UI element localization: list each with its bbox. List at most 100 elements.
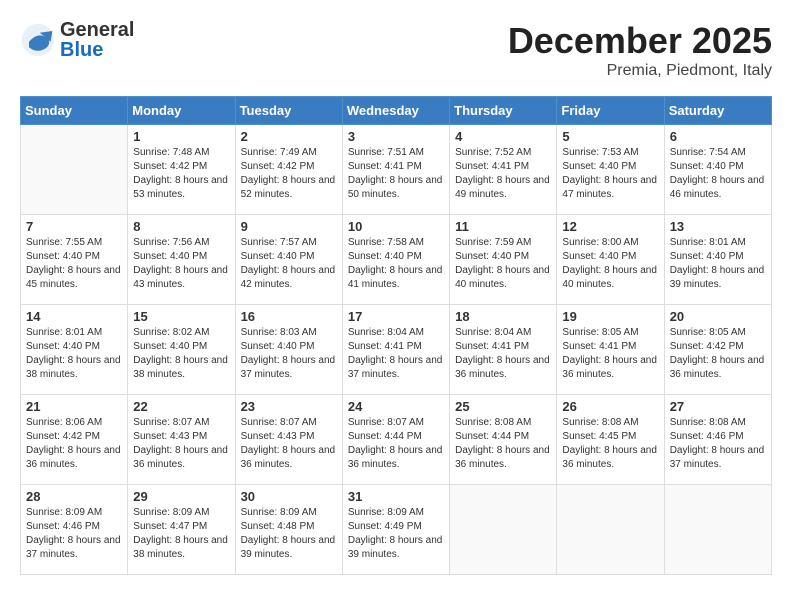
day-number: 4 <box>455 129 551 144</box>
day-number: 8 <box>133 219 229 234</box>
calendar-cell: 18 Sunrise: 8:04 AM Sunset: 4:41 PM Dayli… <box>450 305 557 395</box>
calendar-cell: 16 Sunrise: 8:03 AM Sunset: 4:40 PM Dayli… <box>235 305 342 395</box>
day-number: 18 <box>455 309 551 324</box>
day-number: 25 <box>455 399 551 414</box>
day-number: 29 <box>133 489 229 504</box>
day-number: 7 <box>26 219 122 234</box>
day-number: 22 <box>133 399 229 414</box>
calendar-cell <box>557 485 664 575</box>
calendar-cell: 4 Sunrise: 7:52 AM Sunset: 4:41 PM Daylig… <box>450 125 557 215</box>
calendar-cell: 20Sunrise: 8:05 AM Sunset: 4:42 PM Dayli… <box>664 305 771 395</box>
day-info: Sunrise: 8:01 AM Sunset: 4:40 PM Dayligh… <box>26 326 122 382</box>
day-info: Sunrise: 8:09 AM Sunset: 4:46 PM Dayligh… <box>26 506 122 562</box>
calendar-header-row: SundayMondayTuesdayWednesdayThursdayFrid… <box>21 97 772 125</box>
location: Premia, Piedmont, Italy <box>508 62 772 80</box>
day-info: Sunrise: 8:07 AM Sunset: 4:44 PM Dayligh… <box>348 416 444 472</box>
day-info: Sunrise: 8:07 AM Sunset: 4:43 PM Dayligh… <box>133 416 229 472</box>
day-info: Sunrise: 7:58 AM Sunset: 4:40 PM Dayligh… <box>348 236 444 292</box>
day-info: Sunrise: 7:49 AM Sunset: 4:42 PM Dayligh… <box>241 146 337 202</box>
day-info: Sunrise: 8:09 AM Sunset: 4:49 PM Dayligh… <box>348 506 444 562</box>
day-info: Sunrise: 8:02 AM Sunset: 4:40 PM Dayligh… <box>133 326 229 382</box>
calendar-cell: 27 Sunrise: 8:08 AM Sunset: 4:46 PM Dayli… <box>664 395 771 485</box>
day-number: 30 <box>241 489 337 504</box>
day-number: 16 <box>241 309 337 324</box>
calendar-cell: 5 Sunrise: 7:53 AM Sunset: 4:40 PM Daylig… <box>557 125 664 215</box>
calendar-cell: 2 Sunrise: 7:49 AM Sunset: 4:42 PM Daylig… <box>235 125 342 215</box>
day-number: 21 <box>26 399 122 414</box>
calendar-cell: 8Sunrise: 7:56 AM Sunset: 4:40 PM Daylig… <box>128 215 235 305</box>
day-info: Sunrise: 8:05 AM Sunset: 4:41 PM Dayligh… <box>562 326 658 382</box>
day-number: 5 <box>562 129 658 144</box>
day-info: Sunrise: 8:04 AM Sunset: 4:41 PM Dayligh… <box>455 326 551 382</box>
day-info: Sunrise: 7:57 AM Sunset: 4:40 PM Dayligh… <box>241 236 337 292</box>
calendar-cell: 3 Sunrise: 7:51 AM Sunset: 4:41 PM Daylig… <box>342 125 449 215</box>
calendar-cell: 30 Sunrise: 8:09 AM Sunset: 4:48 PM Dayli… <box>235 485 342 575</box>
calendar-cell <box>450 485 557 575</box>
calendar-cell: 11 Sunrise: 7:59 AM Sunset: 4:40 PM Dayli… <box>450 215 557 305</box>
day-number: 6 <box>670 129 766 144</box>
logo-text: General Blue <box>60 20 134 60</box>
logo-icon <box>20 22 56 58</box>
calendar-cell: 28Sunrise: 8:09 AM Sunset: 4:46 PM Dayli… <box>21 485 128 575</box>
month-title: December 2025 <box>508 20 772 62</box>
calendar-cell: 21Sunrise: 8:06 AM Sunset: 4:42 PM Dayli… <box>21 395 128 485</box>
day-info: Sunrise: 7:59 AM Sunset: 4:40 PM Dayligh… <box>455 236 551 292</box>
day-number: 9 <box>241 219 337 234</box>
day-info: Sunrise: 8:07 AM Sunset: 4:43 PM Dayligh… <box>241 416 337 472</box>
calendar-week-row: 28Sunrise: 8:09 AM Sunset: 4:46 PM Dayli… <box>21 485 772 575</box>
calendar-cell: 24 Sunrise: 8:07 AM Sunset: 4:44 PM Dayli… <box>342 395 449 485</box>
day-number: 10 <box>348 219 444 234</box>
day-number: 3 <box>348 129 444 144</box>
calendar-cell: 6 Sunrise: 7:54 AM Sunset: 4:40 PM Daylig… <box>664 125 771 215</box>
day-number: 15 <box>133 309 229 324</box>
day-number: 13 <box>670 219 766 234</box>
day-number: 1 <box>133 129 229 144</box>
column-header-monday: Monday <box>128 97 235 125</box>
logo-general: General <box>60 20 134 40</box>
day-info: Sunrise: 8:00 AM Sunset: 4:40 PM Dayligh… <box>562 236 658 292</box>
calendar-cell: 22 Sunrise: 8:07 AM Sunset: 4:43 PM Dayli… <box>128 395 235 485</box>
day-info: Sunrise: 7:55 AM Sunset: 4:40 PM Dayligh… <box>26 236 122 292</box>
day-info: Sunrise: 8:03 AM Sunset: 4:40 PM Dayligh… <box>241 326 337 382</box>
calendar-table: SundayMondayTuesdayWednesdayThursdayFrid… <box>20 96 772 575</box>
day-info: Sunrise: 7:53 AM Sunset: 4:40 PM Dayligh… <box>562 146 658 202</box>
day-number: 27 <box>670 399 766 414</box>
page-header: General Blue December 2025 Premia, Piedm… <box>20 20 772 80</box>
calendar-cell: 13Sunrise: 8:01 AM Sunset: 4:40 PM Dayli… <box>664 215 771 305</box>
day-number: 31 <box>348 489 444 504</box>
logo-blue: Blue <box>60 40 134 60</box>
calendar-cell <box>664 485 771 575</box>
day-number: 23 <box>241 399 337 414</box>
column-header-friday: Friday <box>557 97 664 125</box>
calendar-cell: 31 Sunrise: 8:09 AM Sunset: 4:49 PM Dayli… <box>342 485 449 575</box>
day-number: 20 <box>670 309 766 324</box>
calendar-cell: 9 Sunrise: 7:57 AM Sunset: 4:40 PM Daylig… <box>235 215 342 305</box>
calendar-week-row: 14 Sunrise: 8:01 AM Sunset: 4:40 PM Dayli… <box>21 305 772 395</box>
day-info: Sunrise: 8:08 AM Sunset: 4:45 PM Dayligh… <box>562 416 658 472</box>
day-info: Sunrise: 7:51 AM Sunset: 4:41 PM Dayligh… <box>348 146 444 202</box>
day-info: Sunrise: 8:09 AM Sunset: 4:48 PM Dayligh… <box>241 506 337 562</box>
column-header-tuesday: Tuesday <box>235 97 342 125</box>
day-info: Sunrise: 7:54 AM Sunset: 4:40 PM Dayligh… <box>670 146 766 202</box>
day-number: 2 <box>241 129 337 144</box>
day-number: 17 <box>348 309 444 324</box>
calendar-cell: 7 Sunrise: 7:55 AM Sunset: 4:40 PM Daylig… <box>21 215 128 305</box>
day-number: 14 <box>26 309 122 324</box>
calendar-cell: 17 Sunrise: 8:04 AM Sunset: 4:41 PM Dayli… <box>342 305 449 395</box>
title-block: December 2025 Premia, Piedmont, Italy <box>508 20 772 80</box>
column-header-wednesday: Wednesday <box>342 97 449 125</box>
day-info: Sunrise: 8:04 AM Sunset: 4:41 PM Dayligh… <box>348 326 444 382</box>
day-info: Sunrise: 8:08 AM Sunset: 4:44 PM Dayligh… <box>455 416 551 472</box>
day-info: Sunrise: 8:09 AM Sunset: 4:47 PM Dayligh… <box>133 506 229 562</box>
logo: General Blue <box>20 20 134 60</box>
column-header-saturday: Saturday <box>664 97 771 125</box>
day-info: Sunrise: 7:48 AM Sunset: 4:42 PM Dayligh… <box>133 146 229 202</box>
calendar-cell: 1 Sunrise: 7:48 AM Sunset: 4:42 PM Daylig… <box>128 125 235 215</box>
day-info: Sunrise: 8:08 AM Sunset: 4:46 PM Dayligh… <box>670 416 766 472</box>
calendar-cell: 14 Sunrise: 8:01 AM Sunset: 4:40 PM Dayli… <box>21 305 128 395</box>
day-number: 11 <box>455 219 551 234</box>
calendar-cell: 12Sunrise: 8:00 AM Sunset: 4:40 PM Dayli… <box>557 215 664 305</box>
day-number: 24 <box>348 399 444 414</box>
calendar-week-row: 1 Sunrise: 7:48 AM Sunset: 4:42 PM Daylig… <box>21 125 772 215</box>
day-info: Sunrise: 7:52 AM Sunset: 4:41 PM Dayligh… <box>455 146 551 202</box>
